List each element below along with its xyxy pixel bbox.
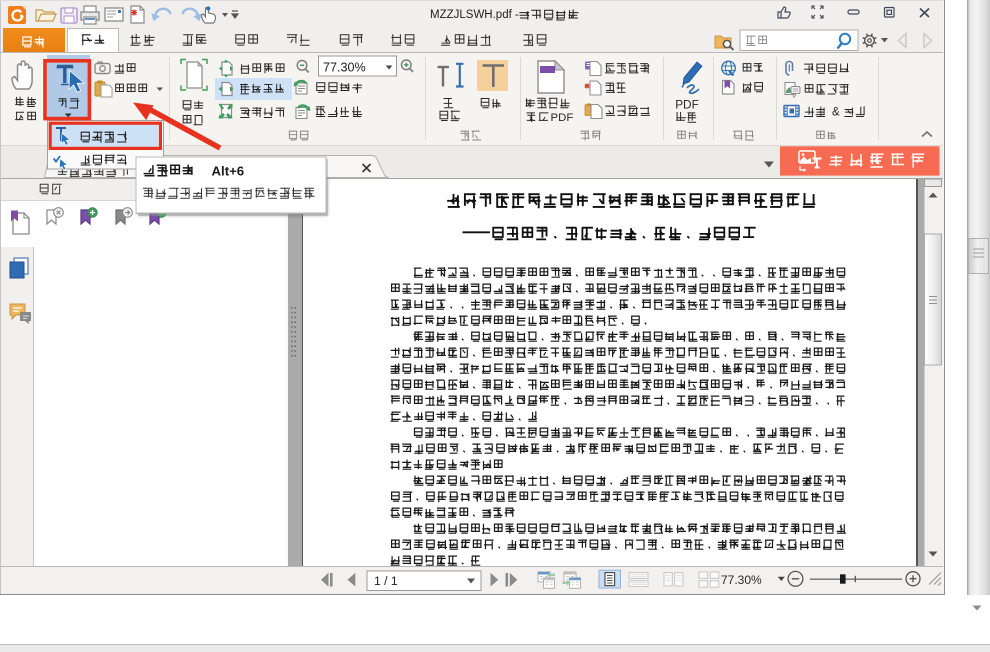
svg-text:&: & xyxy=(832,107,840,119)
svg-text:MZZJLSWH.pdf -: MZZJLSWH.pdf - xyxy=(430,9,519,21)
svg-text:77.30%: 77.30% xyxy=(323,60,366,74)
svg-text:Alt+6: Alt+6 xyxy=(212,164,245,179)
svg-text:77.30%: 77.30% xyxy=(721,573,762,587)
svg-text:1 / 1: 1 / 1 xyxy=(374,574,398,588)
svg-text:PDF: PDF xyxy=(551,112,574,124)
svg-text:PDF: PDF xyxy=(675,97,699,111)
